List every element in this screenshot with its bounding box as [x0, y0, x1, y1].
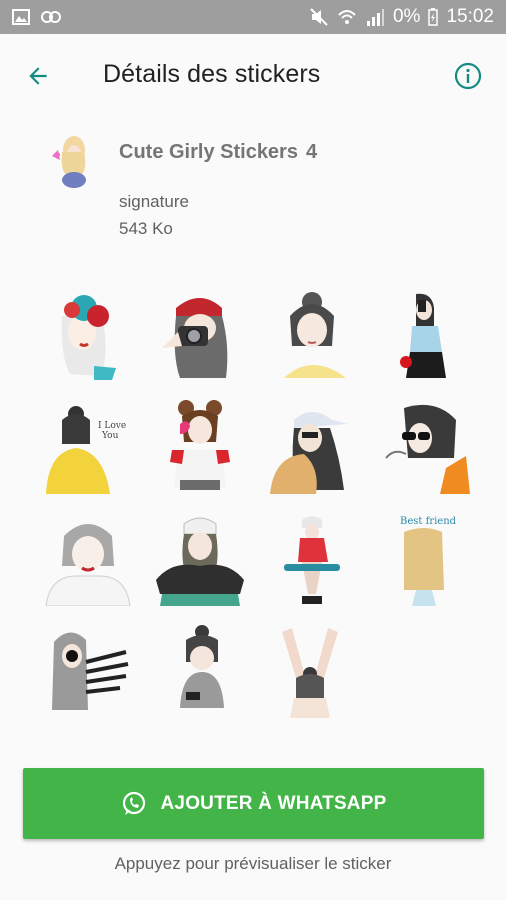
clock: 15:02 — [446, 6, 494, 27]
battery-icon — [428, 8, 439, 26]
add-to-whatsapp-button[interactable]: AJOUTER À WHATSAPP — [23, 768, 484, 839]
sticker-girl-phone-selfie[interactable] — [376, 286, 472, 382]
whatsapp-icon — [122, 791, 145, 815]
preview-hint: Appuyez pour prévisualiser le sticker — [114, 854, 392, 873]
wifi-icon — [338, 10, 356, 24]
sticker-girl-on-phone[interactable] — [152, 622, 248, 718]
tray-icon — [44, 130, 100, 190]
link-icon — [41, 11, 61, 23]
sticker-girl-camera-beanie[interactable] — [152, 286, 248, 382]
svg-text:Best friend: Best friend — [400, 516, 457, 527]
status-right: 0% 15:02 — [309, 6, 494, 28]
sticker-girl-skateboard[interactable] — [264, 510, 360, 606]
svg-text:I Love: I Love — [98, 421, 126, 431]
pack-title: Cute Girly Stickers 4 — [119, 141, 317, 164]
sticker-girl-i-love-you[interactable]: I Love You — [40, 398, 136, 494]
back-button[interactable] — [18, 56, 58, 96]
sticker-girl-buns-heart[interactable] — [152, 398, 248, 494]
sticker-girl-sunglasses[interactable] — [376, 398, 472, 494]
pack-count: 4 — [305, 141, 318, 163]
image-icon — [12, 9, 30, 25]
page-title: Détails des stickers — [103, 60, 321, 88]
status-bar: 0% 15:02 — [0, 0, 506, 34]
sticker-girl-best-friend[interactable]: Best friend — [376, 510, 472, 606]
status-left-icons — [12, 9, 62, 25]
svg-text:You: You — [101, 431, 119, 441]
sticker-girl-cap[interactable] — [264, 398, 360, 494]
pack-author: signature — [119, 192, 189, 211]
signal-icon — [366, 9, 384, 26]
sticker-girl-beanie-sitting[interactable] — [152, 510, 248, 606]
sticker-girl-striped-shirt[interactable] — [40, 622, 136, 718]
app-bar: Détails des stickers — [0, 34, 506, 116]
battery-percent: 0% — [392, 6, 421, 27]
arrow-back-icon — [29, 67, 47, 85]
sticker-girl-silver-hair[interactable] — [40, 510, 136, 607]
add-to-whatsapp-label: AJOUTER À WHATSAPP — [160, 792, 387, 814]
pack-name: Cute Girly Stickers — [119, 141, 298, 163]
info-icon — [454, 62, 482, 90]
mute-icon — [310, 8, 328, 26]
sticker-girl-arms-up[interactable] — [264, 622, 360, 718]
pack-size: 543 Ko — [119, 219, 173, 238]
sticker-girl-messy-bun[interactable] — [264, 286, 360, 382]
info-button[interactable] — [448, 56, 488, 96]
sticker-girl-flower-crown[interactable] — [40, 286, 136, 382]
